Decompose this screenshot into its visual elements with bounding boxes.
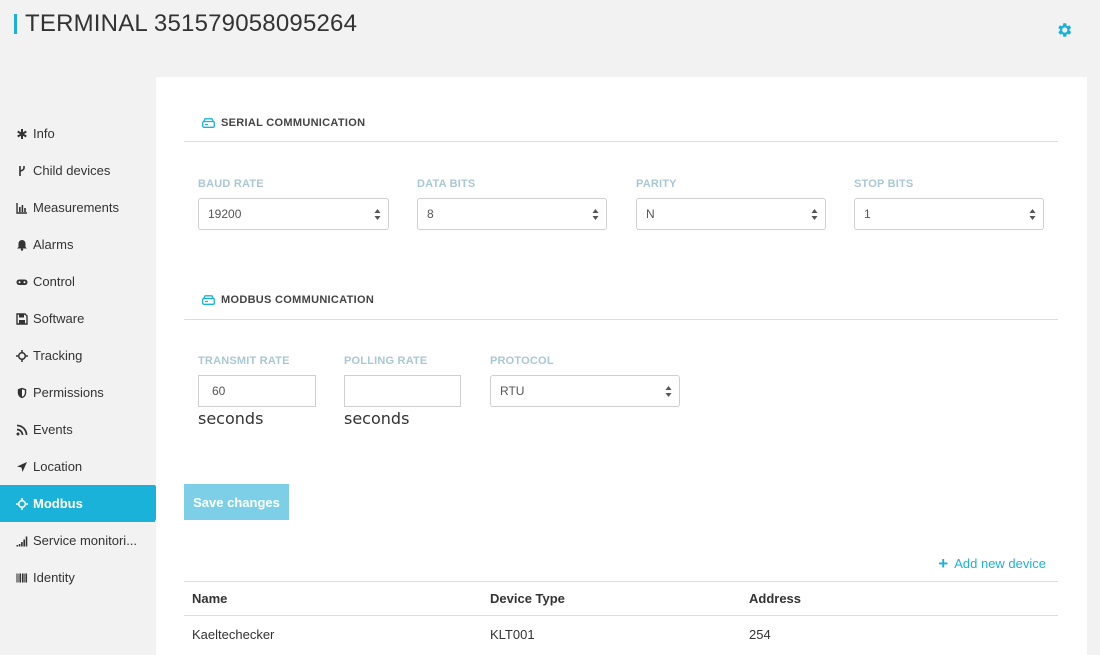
parity-select[interactable]: N	[636, 198, 826, 230]
crosshair-icon	[15, 497, 29, 511]
sidebar-item-tracking[interactable]: Tracking	[0, 337, 165, 374]
data-bits-select[interactable]: 8	[417, 198, 607, 230]
sidebar-item-label: Software	[33, 311, 85, 326]
column-header-address[interactable]: Address	[749, 582, 801, 615]
gamepad-icon	[15, 275, 29, 289]
parity-value: N	[646, 207, 655, 221]
plus-icon: +	[938, 554, 949, 573]
rss-icon	[15, 423, 29, 437]
sidebar-item-label: Permissions	[33, 385, 104, 400]
select-arrows-icon	[1029, 209, 1036, 220]
device-name-cell: Kaeltechecker	[192, 626, 275, 642]
section-divider	[184, 319, 1058, 320]
title-accent-bar	[14, 14, 17, 34]
floppy-icon	[15, 312, 29, 326]
save-changes-button[interactable]: Save changes	[184, 484, 289, 520]
protocol-label: PROTOCOL	[490, 355, 554, 367]
transmit-rate-unit: seconds	[198, 409, 264, 428]
parity-label: PARITY	[636, 178, 677, 190]
asterisk-icon	[15, 127, 29, 141]
hdd-icon	[202, 295, 215, 305]
sidebar-item-label: Tracking	[33, 348, 83, 363]
barcode-icon	[15, 571, 29, 585]
table-header-row: Name Device Type Address	[184, 581, 1058, 616]
sidebar-item-label: Measurements	[33, 200, 119, 215]
page-title: TERMINAL 351579058095264	[25, 10, 358, 37]
modbus-communication-heading: MODBUS COMMUNICATION	[202, 294, 374, 306]
sidebar-item-label: Child devices	[33, 163, 111, 178]
sidebar-item-info[interactable]: Info	[0, 115, 165, 152]
select-arrows-icon	[665, 386, 672, 397]
sidebar-item-events[interactable]: Events	[0, 411, 165, 448]
sidebar-item-measurements[interactable]: Measurements	[0, 189, 165, 226]
signal-icon	[15, 534, 29, 548]
data-bits-label: DATA BITS	[417, 178, 476, 190]
add-new-device-label: Add new device	[954, 556, 1046, 571]
sidebar-item-label: Location	[33, 459, 83, 474]
protocol-value: RTU	[500, 384, 525, 398]
sidebar-item-child-devices[interactable]: Child devices	[0, 152, 165, 189]
section-divider	[184, 141, 1058, 142]
sidebar-item-service-monitoring[interactable]: Service monitori...	[0, 522, 165, 559]
polling-rate-input[interactable]	[344, 375, 461, 407]
sidebar-nav: Info Child devices Measurements Alarms C…	[0, 115, 165, 596]
sidebar-item-label: Service monitori...	[33, 533, 138, 548]
devices-table: Name Device Type Address Kaeltechecker K…	[184, 581, 1058, 652]
data-bits-value: 8	[427, 207, 434, 221]
sidebar-item-label: Control	[33, 274, 75, 289]
gear-icon[interactable]	[1055, 21, 1073, 39]
sidebar-item-label: Alarms	[33, 237, 74, 252]
device-address-cell: 254	[749, 626, 771, 642]
serial-communication-heading: SERIAL COMMUNICATION	[202, 117, 365, 129]
sidebar-item-label: Info	[33, 126, 55, 141]
transmit-rate-value: 60	[212, 384, 226, 398]
column-header-device-type[interactable]: Device Type	[490, 582, 565, 615]
stop-bits-value: 1	[864, 207, 871, 221]
transmit-rate-input[interactable]: 60	[198, 375, 316, 407]
crosshair-icon	[15, 349, 29, 363]
sidebar-item-location[interactable]: Location	[0, 448, 165, 485]
page-header: TERMINAL 351579058095264	[0, 0, 1100, 70]
sidebar-item-permissions[interactable]: Permissions	[0, 374, 165, 411]
device-type-cell: KLT001	[490, 626, 535, 642]
sidebar-item-label: Identity	[33, 570, 75, 585]
location-arrow-icon	[15, 460, 29, 474]
select-arrows-icon	[811, 209, 818, 220]
sidebar-item-label: Events	[33, 422, 73, 437]
sidebar-item-identity[interactable]: Identity	[0, 559, 165, 596]
protocol-select[interactable]: RTU	[490, 375, 680, 407]
select-arrows-icon	[374, 209, 381, 220]
transmit-rate-label: TRANSMIT RATE	[198, 355, 290, 367]
column-header-name[interactable]: Name	[192, 582, 227, 615]
sidebar-item-alarms[interactable]: Alarms	[0, 226, 165, 263]
polling-rate-unit: seconds	[344, 409, 410, 428]
stop-bits-select[interactable]: 1	[854, 198, 1044, 230]
serial-communication-title: SERIAL COMMUNICATION	[221, 117, 366, 129]
sidebar-item-control[interactable]: Control	[0, 263, 165, 300]
hdd-icon	[202, 118, 215, 128]
sidebar-item-label: Modbus	[33, 496, 83, 511]
table-row[interactable]: Kaeltechecker KLT001 254	[184, 616, 1058, 652]
add-new-device-link[interactable]: + Add new device	[938, 554, 1046, 573]
baud-rate-select[interactable]: 19200	[198, 198, 389, 230]
bell-icon	[15, 238, 29, 252]
sidebar-item-modbus[interactable]: Modbus	[0, 485, 165, 522]
sidebar-item-software[interactable]: Software	[0, 300, 165, 337]
baud-rate-value: 19200	[208, 207, 242, 221]
polling-rate-label: POLLING RATE	[344, 355, 428, 367]
bar-chart-icon	[15, 201, 29, 215]
shield-icon	[15, 386, 29, 400]
fork-icon	[15, 164, 29, 178]
select-arrows-icon	[592, 209, 599, 220]
stop-bits-label: STOP BITS	[854, 178, 914, 190]
modbus-communication-title: MODBUS COMMUNICATION	[221, 294, 375, 306]
baud-rate-label: BAUD RATE	[198, 178, 264, 190]
